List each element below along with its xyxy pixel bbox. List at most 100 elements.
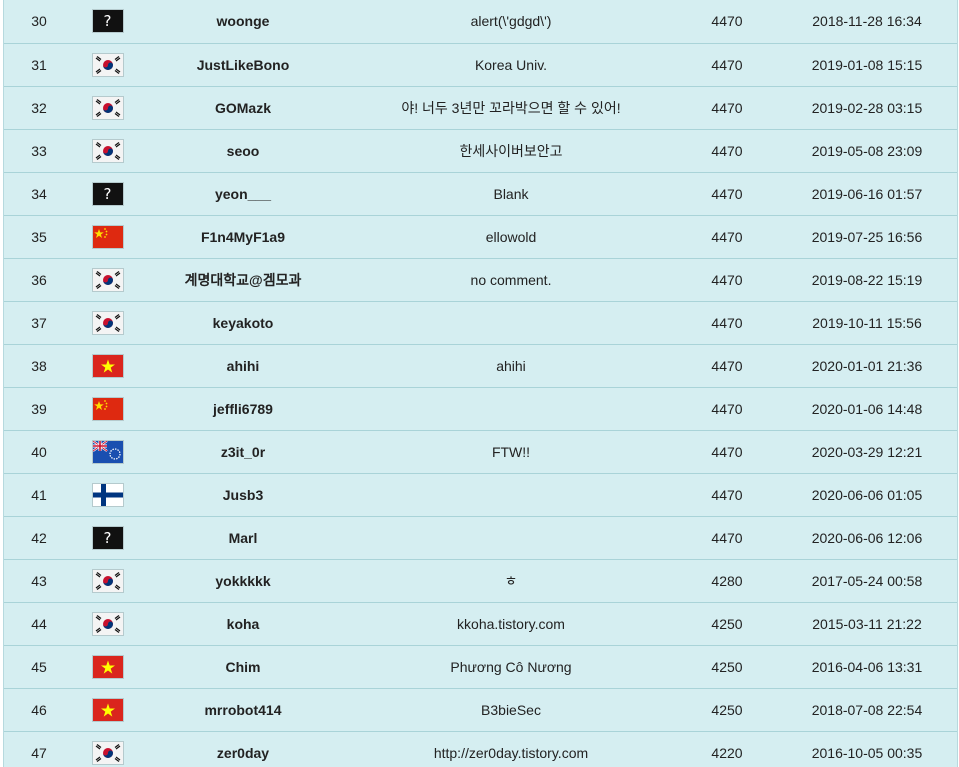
table-row: 33 seoo 한세사이버보안고 4470 2019-05-08 23:09 [4,129,957,173]
comment-cell: kkoha.tistory.com [345,602,677,646]
south-korea-flag-icon [92,741,123,764]
table-row: 31 JustLikeBono Korea Univ. 4470 2019-01-08 … [4,43,957,87]
vietnam-flag-icon [92,698,123,721]
south-korea-flag-icon [92,139,123,162]
flag-cell [74,215,141,259]
score-cell: 4250 [677,688,777,732]
flag-cell [74,387,141,431]
table-row: 40 z3it_0r FTW!! 4470 2020-03-29 12:21 [4,430,957,474]
nickname-cell: woonge [141,0,345,44]
china-flag-icon [92,225,123,248]
rank-cell: 36 [4,258,74,302]
south-korea-flag-icon [92,268,123,291]
score-cell: 4250 [677,645,777,689]
comment-cell: Phương Cô Nương [345,645,677,689]
rank-cell: 34 [4,172,74,216]
table-row: 44 koha kkoha.tistory.com 4250 2015-03-11 21… [4,602,957,646]
ranking-board: 30? woonge alert(\'gdgd\') 4470 2018-11-28 1… [3,0,958,767]
score-cell: 4470 [677,129,777,173]
nickname-cell: jeffli6789 [141,387,345,431]
south-korea-flag-icon [92,569,123,592]
solved-date-cell: 2019-05-08 23:09 [777,129,957,173]
flag-cell [74,301,141,345]
comment-cell: alert(\'gdgd\') [345,0,677,44]
comment-cell: 한세사이버보안고 [345,129,677,173]
comment-cell: no comment. [345,258,677,302]
finland-flag-icon [92,483,123,506]
rank-cell: 41 [4,473,74,517]
table-row: 39 jeffli6789 4470 2020-01-06 14:48 [4,387,957,431]
flag-cell [74,602,141,646]
score-cell: 4470 [677,430,777,474]
rank-cell: 33 [4,129,74,173]
solved-date-cell: 2020-06-06 01:05 [777,473,957,517]
flag-cell [74,731,141,767]
south-korea-flag-icon [92,612,123,635]
rank-cell: 45 [4,645,74,689]
table-row: 32 GOMazk 야! 너두 3년만 꼬라박으면 할 수 있어! 4470 2019-… [4,86,957,130]
nickname-cell: koha [141,602,345,646]
comment-cell: ahihi [345,344,677,388]
table-row: 37 keyakoto 4470 2019-10-11 15:56 [4,301,957,345]
score-cell: 4470 [677,215,777,259]
table-row: 45 Chim Phương Cô Nương 4250 2016-04-06 13:3… [4,645,957,689]
flag-cell [74,43,141,87]
solved-date-cell: 2018-11-28 16:34 [777,0,957,44]
score-cell: 4280 [677,559,777,603]
table-row: 46 mrrobot414 B3bieSec 4250 2018-07-08 22:54 [4,688,957,732]
score-cell: 4470 [677,43,777,87]
comment-cell [345,301,677,345]
rank-cell: 35 [4,215,74,259]
solved-date-cell: 2020-03-29 12:21 [777,430,957,474]
flag-cell [74,688,141,732]
flag-cell: ? [74,516,141,560]
rank-cell: 38 [4,344,74,388]
nickname-cell: mrrobot414 [141,688,345,732]
flag-cell [74,473,141,517]
table-row: 43 yokkkkk ㅎ 4280 2017-05-24 00:58 [4,559,957,603]
rank-cell: 40 [4,430,74,474]
comment-cell: Korea Univ. [345,43,677,87]
comment-cell [345,473,677,517]
score-cell: 4250 [677,602,777,646]
rank-cell: 37 [4,301,74,345]
flag-cell: ? [74,0,141,44]
rank-cell: 43 [4,559,74,603]
flag-cell [74,344,141,388]
rank-cell: 47 [4,731,74,767]
solved-date-cell: 2020-01-06 14:48 [777,387,957,431]
table-row: 35 F1n4MyF1a9 ellowold 4470 2019-07-25 16:56 [4,215,957,259]
flag-cell [74,559,141,603]
flag-cell [74,86,141,130]
south-korea-flag-icon [92,311,123,334]
solved-date-cell: 2019-07-25 16:56 [777,215,957,259]
nickname-cell: JustLikeBono [141,43,345,87]
table-row: 34? yeon___ Blank 4470 2019-06-16 01:57 [4,172,957,216]
nickname-cell: Chim [141,645,345,689]
vietnam-flag-icon [92,655,123,678]
solved-date-cell: 2019-02-28 03:15 [777,86,957,130]
score-cell: 4470 [677,0,777,44]
rank-cell: 46 [4,688,74,732]
comment-cell: ㅎ [345,559,677,603]
rank-cell: 42 [4,516,74,560]
unknown-flag-icon: ? [92,10,123,33]
cook-islands-flag-icon [92,440,123,463]
score-cell: 4470 [677,86,777,130]
comment-cell: ellowold [345,215,677,259]
table-row: 47 zer0day http://zer0day.tistory.com 4220 2… [4,731,957,767]
solved-date-cell: 2018-07-08 22:54 [777,688,957,732]
nickname-cell: yeon___ [141,172,345,216]
rank-cell: 44 [4,602,74,646]
score-cell: 4220 [677,731,777,767]
south-korea-flag-icon [92,96,123,119]
comment-cell: 야! 너두 3년만 꼬라박으면 할 수 있어! [345,86,677,130]
south-korea-flag-icon [92,53,123,76]
ranking-table-body: 30? woonge alert(\'gdgd\') 4470 2018-11-28 1… [4,0,957,767]
flag-cell [74,430,141,474]
score-cell: 4470 [677,516,777,560]
score-cell: 4470 [677,387,777,431]
score-cell: 4470 [677,473,777,517]
nickname-cell: GOMazk [141,86,345,130]
table-row: 41 Jusb3 4470 2020-06-06 01:05 [4,473,957,517]
